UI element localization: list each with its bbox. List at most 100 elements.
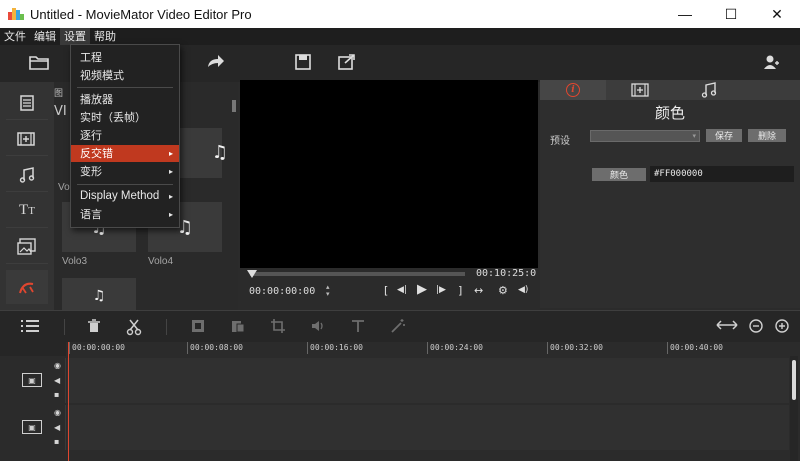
media-label-volo3: Volo3 xyxy=(62,256,88,267)
zoom-in-icon[interactable] xyxy=(774,318,790,336)
ruler-corner xyxy=(0,342,66,356)
copy-icon[interactable] xyxy=(190,318,206,336)
video-track-icon: ▣ xyxy=(22,420,42,434)
audio-button[interactable] xyxy=(6,158,48,192)
mark-out-button[interactable]: ] xyxy=(458,284,462,297)
menu-item-language[interactable]: 语言 ▸ xyxy=(71,206,179,223)
text-button[interactable]: TT xyxy=(6,194,48,228)
menu-item-label: Display Method xyxy=(80,190,160,202)
menu-item-progressive[interactable]: 逐行 xyxy=(71,127,179,144)
scissors-icon[interactable] xyxy=(126,318,142,336)
scrollbar-thumb[interactable] xyxy=(792,360,796,400)
eye-icon[interactable]: ◉ xyxy=(54,408,61,417)
media-panel-title: VI xyxy=(54,104,67,119)
timeline-toolbar xyxy=(0,310,800,342)
menu-item-player[interactable]: 播放器 xyxy=(71,91,179,108)
menu-edit[interactable]: 编辑 xyxy=(30,28,60,45)
account-icon[interactable] xyxy=(760,53,782,75)
timeline-track: ▣ ◉ ◀ ▪ xyxy=(0,405,800,450)
menu-separator xyxy=(77,184,173,185)
fit-button[interactable]: ↔ xyxy=(474,284,483,297)
settings-gear-icon[interactable]: ⚙ xyxy=(498,284,508,297)
menu-file[interactable]: 文件 xyxy=(0,28,30,45)
zoom-out-icon[interactable] xyxy=(748,318,764,336)
video-filters-button[interactable] xyxy=(6,122,48,156)
timeline-playhead[interactable] xyxy=(68,342,69,461)
prev-frame-button[interactable]: ◀| xyxy=(397,285,407,295)
export-icon[interactable] xyxy=(336,53,358,75)
ruler-tick: 00:00:40:00 xyxy=(667,342,723,354)
color-value-field[interactable]: #FF000000 xyxy=(650,166,794,182)
media-scrollbar[interactable] xyxy=(232,100,236,112)
menu-item-display-method[interactable]: Display Method ▸ xyxy=(71,188,179,205)
film-plus-icon xyxy=(17,131,35,146)
playhead-marker[interactable] xyxy=(247,270,257,278)
save-icon[interactable] xyxy=(292,53,314,75)
delete-preset-button[interactable]: 删除 xyxy=(748,129,786,142)
video-preview[interactable] xyxy=(240,80,538,268)
crop-icon[interactable] xyxy=(270,318,286,336)
media-thumb[interactable]: ♫ xyxy=(62,278,136,310)
current-timecode[interactable]: 00:00:00:00 xyxy=(249,286,315,297)
open-folder-icon[interactable] xyxy=(28,53,50,75)
overlay-button[interactable] xyxy=(6,230,48,264)
volume-icon[interactable]: ◀) xyxy=(518,285,528,295)
mark-in-button[interactable]: [ xyxy=(384,284,388,297)
timeline-track: ▣ ◉ ◀ ▪ xyxy=(0,358,800,403)
timecode-stepper[interactable]: ▴ ▾ xyxy=(326,284,330,298)
scrub-bar[interactable] xyxy=(250,272,465,276)
lock-icon[interactable]: ▪ xyxy=(54,390,59,399)
track-lane[interactable] xyxy=(67,405,789,450)
lock-icon[interactable]: ▪ xyxy=(54,437,59,446)
menu-item-transform[interactable]: 变形 ▸ xyxy=(71,163,179,180)
track-lane[interactable] xyxy=(67,358,789,403)
menu-item-label: 变形 xyxy=(80,165,102,178)
color-picker-button[interactable]: 颜色 xyxy=(592,168,646,181)
music-note-icon xyxy=(19,166,35,183)
tab-video-filters[interactable] xyxy=(608,80,674,100)
timeline-scrollbar[interactable] xyxy=(790,356,798,461)
menu-separator xyxy=(77,87,173,88)
total-duration: 00:10:25:0 xyxy=(476,268,537,279)
properties-panel: i 颜色 预设 ▾ 保存 删除 颜色 #FF000000 xyxy=(540,80,800,308)
eye-icon[interactable]: ◉ xyxy=(54,361,61,370)
preset-select[interactable]: ▾ xyxy=(590,130,700,142)
settings-dropdown-menu: 工程 视频模式 播放器 实时（丢帧） 逐行 反交错 ▸ 变形 ▸ Display M… xyxy=(70,44,180,228)
audio-volume-icon[interactable] xyxy=(310,318,326,336)
timeline-ruler[interactable]: 00:00:00:00 00:00:08:00 00:00:16:00 00:0… xyxy=(0,342,800,356)
speaker-icon[interactable]: ◀ xyxy=(54,376,60,385)
delete-trash-icon[interactable] xyxy=(86,318,102,336)
paste-icon[interactable] xyxy=(230,318,246,336)
tab-audio-filters[interactable] xyxy=(676,80,742,100)
menu-item-realtime[interactable]: 实时（丢帧） xyxy=(71,109,179,126)
maximize-button[interactable]: ☐ xyxy=(708,0,754,28)
tab-extra[interactable] xyxy=(744,80,800,100)
close-button[interactable]: ✕ xyxy=(754,0,800,28)
tab-info[interactable]: i xyxy=(540,80,606,100)
speaker-icon[interactable]: ◀ xyxy=(54,423,60,432)
minimize-button[interactable]: — xyxy=(662,0,708,28)
magic-wand-icon[interactable] xyxy=(390,318,406,336)
menu-item-deinterlace[interactable]: 反交错 ▸ xyxy=(71,145,179,162)
music-note-icon xyxy=(701,82,717,98)
tracks-menu-icon[interactable] xyxy=(20,318,40,336)
text-t-icon[interactable] xyxy=(350,318,366,336)
fit-timeline-icon[interactable] xyxy=(716,318,738,336)
menu-item-label: 反交错 xyxy=(80,147,113,160)
menu-settings[interactable]: 设置 xyxy=(60,28,90,45)
transition-wand-icon xyxy=(19,282,34,294)
track-header: ▣ ◉ ◀ ▪ xyxy=(0,358,66,403)
redo-icon[interactable] xyxy=(204,53,226,75)
menu-bar: 文件 编辑 设置 帮助 xyxy=(0,28,800,45)
save-preset-button[interactable]: 保存 xyxy=(706,129,742,142)
chevron-down-icon: ▾ xyxy=(692,132,696,140)
play-button[interactable]: ▶ xyxy=(417,282,427,297)
transitions-button[interactable] xyxy=(6,270,48,304)
menu-item-project[interactable]: 工程 xyxy=(71,49,179,66)
menu-item-video-mode[interactable]: 视频模式 xyxy=(71,67,179,84)
next-frame-button[interactable]: |▶ xyxy=(436,285,446,295)
media-library-button[interactable] xyxy=(6,86,48,120)
media-list-icon xyxy=(20,94,34,111)
menu-help[interactable]: 帮助 xyxy=(90,28,120,45)
picture-overlay-icon xyxy=(17,237,36,255)
